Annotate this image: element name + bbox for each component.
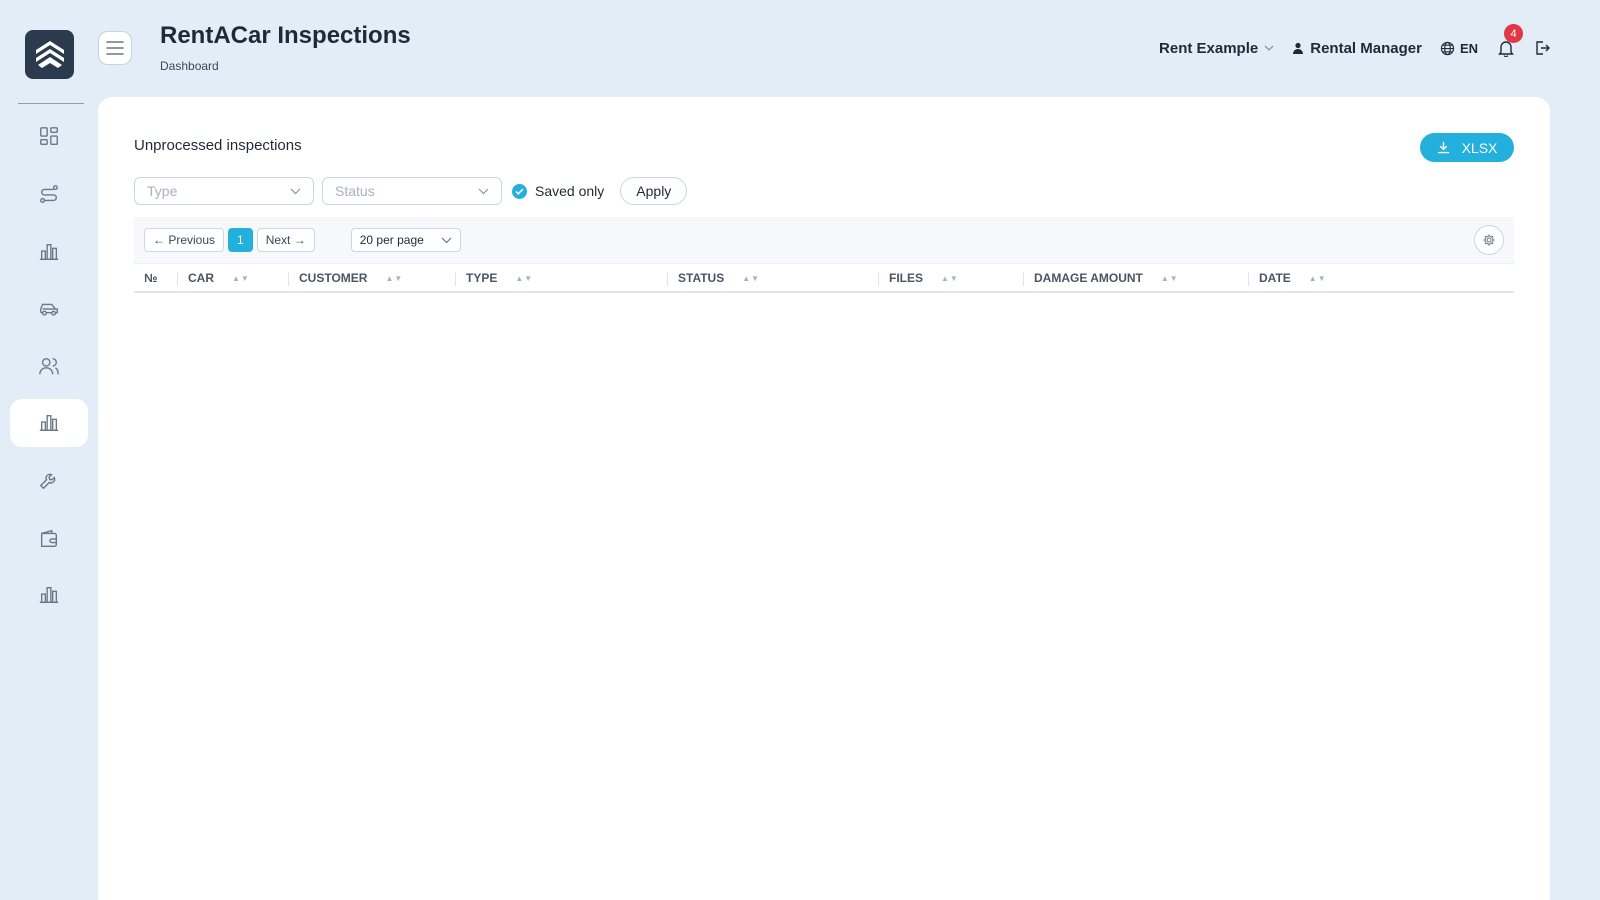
saved-only-checkbox[interactable]: Saved only <box>512 183 604 199</box>
sidebar-item-service[interactable] <box>10 456 88 504</box>
logo-chevrons-icon <box>35 40 64 68</box>
notifications-button[interactable]: 4 <box>1496 24 1523 59</box>
column-header-label: CAR <box>188 271 214 285</box>
user-name: Rental Manager <box>1310 39 1422 57</box>
sort-icon[interactable]: ▲▼ <box>385 274 403 283</box>
wallet-icon <box>40 529 58 547</box>
table-toolbar: ← Previous 1 Next → 20 per page <box>134 217 1514 263</box>
chevron-down-icon <box>478 188 489 194</box>
inspections-card: Unprocessed inspections XLSX Type Status… <box>98 97 1550 900</box>
saved-only-label: Saved only <box>535 183 605 199</box>
status-filter-select[interactable]: Status <box>322 177 502 205</box>
column-header-files[interactable]: FILES ▲▼ <box>878 264 959 292</box>
type-filter-select[interactable]: Type <box>134 177 314 205</box>
next-page-button[interactable]: Next → <box>256 228 315 252</box>
chevron-down-icon <box>1264 45 1274 51</box>
table-header-row: № CAR ▲▼ CUSTOMER ▲▼ TYPE ▲▼ STATUS ▲▼ F… <box>134 263 1514 293</box>
sidebar-item-customers[interactable] <box>10 342 88 390</box>
column-header-damage-amount[interactable]: DAMAGE AMOUNT ▲▼ <box>1023 264 1179 292</box>
car-icon <box>40 303 58 316</box>
apply-button[interactable]: Apply <box>620 177 688 205</box>
notification-badge: 4 <box>1504 24 1523 43</box>
inspections-table: ← Previous 1 Next → 20 per page № CAR ▲▼… <box>134 217 1514 293</box>
column-header-label: № <box>144 271 158 285</box>
sort-icon[interactable]: ▲▼ <box>232 274 250 283</box>
column-header-customer[interactable]: CUSTOMER ▲▼ <box>288 264 403 292</box>
gear-icon <box>1483 234 1495 246</box>
sort-icon[interactable]: ▲▼ <box>515 274 533 283</box>
company-selector[interactable]: Rent Example <box>1159 40 1274 57</box>
users-icon <box>39 357 59 375</box>
column-header-date[interactable]: DATE ▲▼ <box>1248 264 1327 292</box>
section-title: Unprocessed inspections <box>134 137 302 154</box>
previous-page-button[interactable]: ← Previous <box>144 228 225 252</box>
type-filter-placeholder: Type <box>147 183 178 199</box>
column-header-type[interactable]: TYPE ▲▼ <box>455 264 533 292</box>
export-xlsx-button[interactable]: XLSX <box>1420 133 1514 162</box>
sidebar-item-dashboard[interactable] <box>10 112 88 160</box>
page-title: RentACar Inspections <box>160 22 411 49</box>
logout-button[interactable] <box>1534 40 1550 56</box>
checkmark-icon[interactable] <box>512 183 527 199</box>
sidebar-item-cars[interactable] <box>10 285 88 333</box>
language-selector[interactable]: EN <box>1440 41 1478 56</box>
download-icon <box>1437 141 1449 154</box>
app-logo[interactable] <box>25 30 74 79</box>
sidebar-item-payments[interactable] <box>10 514 88 562</box>
sort-icon[interactable]: ▲▼ <box>941 274 959 283</box>
column-header-car[interactable]: CAR ▲▼ <box>177 264 250 292</box>
sidebar-item-statistics[interactable] <box>10 571 88 619</box>
column-header-label: TYPE <box>466 271 498 285</box>
breadcrumb[interactable]: Dashboard <box>160 59 219 73</box>
user-icon <box>1293 42 1304 54</box>
per-page-value: 20 per page <box>359 233 424 247</box>
header-actions: Rent Example Rental Manager EN 4 <box>1159 24 1550 62</box>
user-menu[interactable]: Rental Manager <box>1292 40 1422 57</box>
column-header-label: CUSTOMER <box>299 271 368 285</box>
export-label: XLSX <box>1461 139 1498 156</box>
wrench-icon <box>39 473 56 490</box>
filter-bar: Type Status Saved only Apply <box>134 177 688 205</box>
globe-icon <box>1440 41 1455 55</box>
bar-chart-icon <box>39 414 59 432</box>
hamburger-icon <box>106 41 124 55</box>
sidebar-divider <box>18 103 84 104</box>
column-header-label: DATE <box>1259 271 1291 285</box>
column-header-label: FILES <box>889 271 924 285</box>
language-code: EN <box>1459 40 1478 56</box>
chevron-down-icon <box>290 188 301 194</box>
page-button-current[interactable]: 1 <box>228 228 253 252</box>
sort-icon[interactable]: ▲▼ <box>1309 274 1327 283</box>
chevron-down-icon <box>441 237 452 243</box>
bar-chart-icon <box>39 243 59 261</box>
route-icon <box>40 185 58 203</box>
menu-toggle-button[interactable] <box>98 31 132 65</box>
company-name: Rent Example <box>1159 39 1259 57</box>
column-header-number[interactable]: № <box>144 264 157 292</box>
column-header-label: DAMAGE AMOUNT <box>1034 271 1143 285</box>
status-filter-placeholder: Status <box>335 183 375 199</box>
sidebar-item-inspections[interactable] <box>10 399 88 447</box>
sort-icon[interactable]: ▲▼ <box>742 274 760 283</box>
per-page-select[interactable]: 20 per page <box>350 228 461 252</box>
sidebar-item-routes[interactable] <box>10 170 88 218</box>
logout-icon <box>1536 41 1550 55</box>
column-header-status[interactable]: STATUS ▲▼ <box>667 264 760 292</box>
grid-icon <box>40 127 58 145</box>
bar-chart-icon <box>39 586 59 604</box>
column-header-label: STATUS <box>678 271 725 285</box>
table-settings-button[interactable] <box>1474 225 1504 255</box>
sidebar-item-reports[interactable] <box>10 228 88 276</box>
sort-icon[interactable]: ▲▼ <box>1161 274 1179 283</box>
